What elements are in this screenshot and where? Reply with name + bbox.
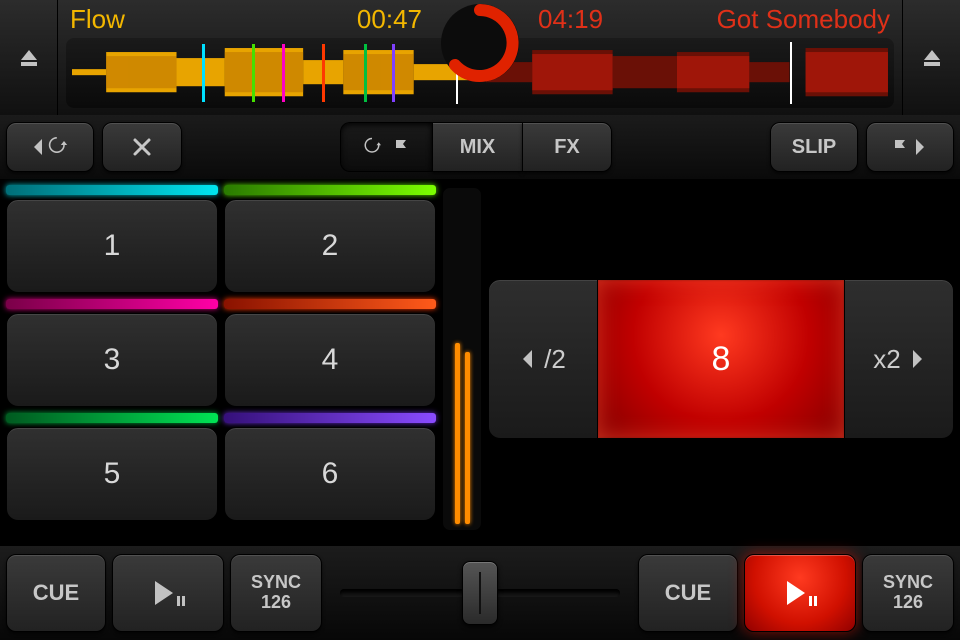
center-dial[interactable] [439,2,521,84]
chevron-left-icon [30,137,44,157]
deck-a-waveform[interactable] [66,38,480,108]
deck-a-bpm: 126 [261,593,291,613]
tab-fx[interactable]: FX [522,122,612,172]
pad-color-bar [224,299,436,309]
deck-b-sync-button[interactable]: SYNC 126 [862,554,954,632]
pad-color-bar [224,413,436,423]
close-icon [132,137,152,157]
play-pause-icon [783,578,817,608]
eject-icon [922,49,942,67]
tab-mix[interactable]: MIX [432,122,522,172]
close-loop-button[interactable] [102,122,182,172]
deck-b-cue-button[interactable]: CUE [638,554,738,632]
slip-button[interactable]: SLIP [770,122,858,172]
vu-meter [442,187,482,531]
loop-double-button[interactable]: x2 [844,279,954,439]
mode-tabs: MIX FX [340,122,612,172]
pad-color-bar [6,299,218,309]
deck-b-waveform[interactable] [480,38,894,108]
hotcue-pad-1[interactable]: 1 [6,199,218,293]
deck-a-sync-button[interactable]: SYNC 126 [230,554,322,632]
deck-a-cue-button[interactable]: CUE [6,554,106,632]
deck-a-track-title: Flow [70,4,357,35]
flag-icon [393,138,411,156]
waveform-a-graphic [72,42,474,102]
crossfader-handle[interactable] [462,561,498,625]
sync-label: SYNC [251,573,301,593]
deck-a-time: 00:47 [357,4,422,35]
loop-icon [48,137,70,157]
next-cue-button[interactable] [866,122,954,172]
hotcue-pad-5[interactable]: 5 [6,427,218,521]
play-pause-icon [151,578,185,608]
chevron-right-icon [911,348,925,370]
deck-b-play-button[interactable] [744,554,856,632]
deck-a-play-button[interactable] [112,554,224,632]
hotcue-pad-6[interactable]: 6 [224,427,436,521]
deck-b-time: 04:19 [538,4,603,35]
pad-color-bar [6,413,218,423]
tab-loop-cue[interactable] [340,122,432,172]
flag-icon [892,138,910,156]
deck-b-bpm: 126 [893,593,923,613]
prev-loop-button[interactable] [6,122,94,172]
loop-size-selector: /2 8 x2 [488,279,954,439]
pad-color-bar [6,185,218,195]
deck-b-track-title: Got Somebody [603,4,890,35]
loop-size-display[interactable]: 8 [598,279,844,439]
loop-halve-button[interactable]: /2 [488,279,598,439]
pad-color-bar [224,185,436,195]
eject-icon [19,49,39,67]
eject-deck-b-button[interactable] [902,0,960,115]
loop-icon [363,137,387,157]
loop-double-label: x2 [873,344,900,375]
sync-label: SYNC [883,573,933,593]
crossfader[interactable] [328,554,632,632]
waveform-b-graphic [486,42,888,102]
eject-deck-a-button[interactable] [0,0,58,115]
hotcue-pad-2[interactable]: 2 [224,199,436,293]
hotcue-pad-3[interactable]: 3 [6,313,218,407]
chevron-left-icon [520,348,534,370]
loop-halve-label: /2 [544,344,566,375]
chevron-right-icon [914,137,928,157]
hotcue-pads: 1 2 3 4 5 6 [6,179,436,539]
hotcue-pad-4[interactable]: 4 [224,313,436,407]
